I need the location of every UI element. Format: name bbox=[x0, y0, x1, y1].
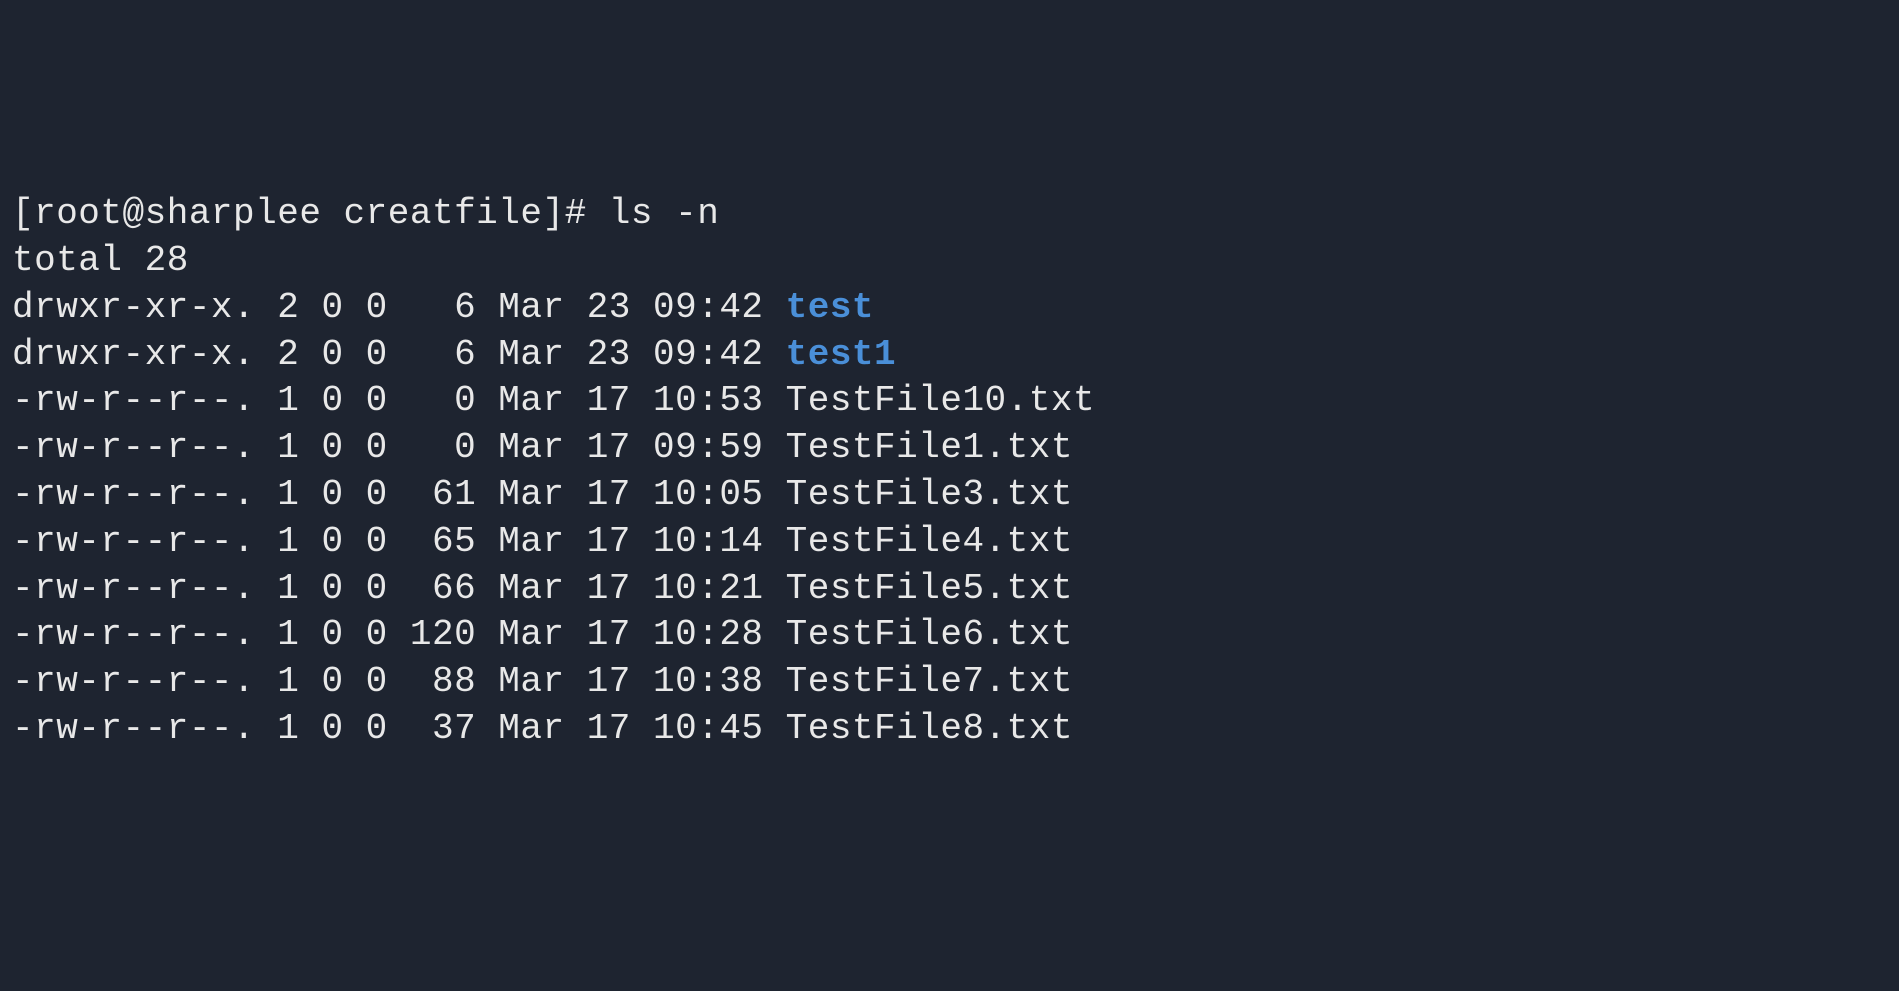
directory-name: test bbox=[786, 287, 874, 328]
ls-entry-meta: -rw-r--r--. 1 0 0 61 Mar 17 10:05 bbox=[12, 474, 786, 515]
ls-entry: -rw-r--r--. 1 0 0 0 Mar 17 10:53 TestFil… bbox=[12, 378, 1887, 425]
ls-entry-meta: drwxr-xr-x. 2 0 0 6 Mar 23 09:42 bbox=[12, 287, 786, 328]
ls-entry-meta: drwxr-xr-x. 2 0 0 6 Mar 23 09:42 bbox=[12, 334, 786, 375]
file-name: TestFile3.txt bbox=[786, 474, 1073, 515]
file-name: TestFile1.txt bbox=[786, 427, 1073, 468]
ls-entry: -rw-r--r--. 1 0 0 0 Mar 17 09:59 TestFil… bbox=[12, 425, 1887, 472]
ls-entry-meta: -rw-r--r--. 1 0 0 37 Mar 17 10:45 bbox=[12, 708, 786, 749]
ls-entry: drwxr-xr-x. 2 0 0 6 Mar 23 09:42 test bbox=[12, 285, 1887, 332]
ls-entry: -rw-r--r--. 1 0 0 61 Mar 17 10:05 TestFi… bbox=[12, 472, 1887, 519]
file-name: TestFile4.txt bbox=[786, 521, 1073, 562]
ls-entry: -rw-r--r--. 1 0 0 66 Mar 17 10:21 TestFi… bbox=[12, 566, 1887, 613]
ls-entry-meta: -rw-r--r--. 1 0 0 0 Mar 17 10:53 bbox=[12, 380, 786, 421]
total-line: total 28 bbox=[12, 238, 1887, 285]
ls-entry: drwxr-xr-x. 2 0 0 6 Mar 23 09:42 test1 bbox=[12, 332, 1887, 379]
ls-entry: -rw-r--r--. 1 0 0 37 Mar 17 10:45 TestFi… bbox=[12, 706, 1887, 753]
ls-entry: -rw-r--r--. 1 0 0 120 Mar 17 10:28 TestF… bbox=[12, 612, 1887, 659]
ls-entry-meta: -rw-r--r--. 1 0 0 0 Mar 17 09:59 bbox=[12, 427, 786, 468]
terminal-output[interactable]: [root@sharplee creatfile]# ls -ntotal 28… bbox=[12, 191, 1887, 753]
shell-prompt: [root@sharplee creatfile]# bbox=[12, 193, 609, 234]
file-name: TestFile8.txt bbox=[786, 708, 1073, 749]
ls-entry-meta: -rw-r--r--. 1 0 0 88 Mar 17 10:38 bbox=[12, 661, 786, 702]
typed-command: ls -n bbox=[609, 193, 720, 234]
file-name: TestFile10.txt bbox=[786, 380, 1095, 421]
command-line: [root@sharplee creatfile]# ls -n bbox=[12, 191, 1887, 238]
file-name: TestFile6.txt bbox=[786, 614, 1073, 655]
file-name: TestFile5.txt bbox=[786, 568, 1073, 609]
ls-entry-meta: -rw-r--r--. 1 0 0 120 Mar 17 10:28 bbox=[12, 614, 786, 655]
ls-entry: -rw-r--r--. 1 0 0 65 Mar 17 10:14 TestFi… bbox=[12, 519, 1887, 566]
ls-entry: -rw-r--r--. 1 0 0 88 Mar 17 10:38 TestFi… bbox=[12, 659, 1887, 706]
ls-entry-meta: -rw-r--r--. 1 0 0 66 Mar 17 10:21 bbox=[12, 568, 786, 609]
ls-entry-meta: -rw-r--r--. 1 0 0 65 Mar 17 10:14 bbox=[12, 521, 786, 562]
directory-name: test1 bbox=[786, 334, 897, 375]
file-name: TestFile7.txt bbox=[786, 661, 1073, 702]
